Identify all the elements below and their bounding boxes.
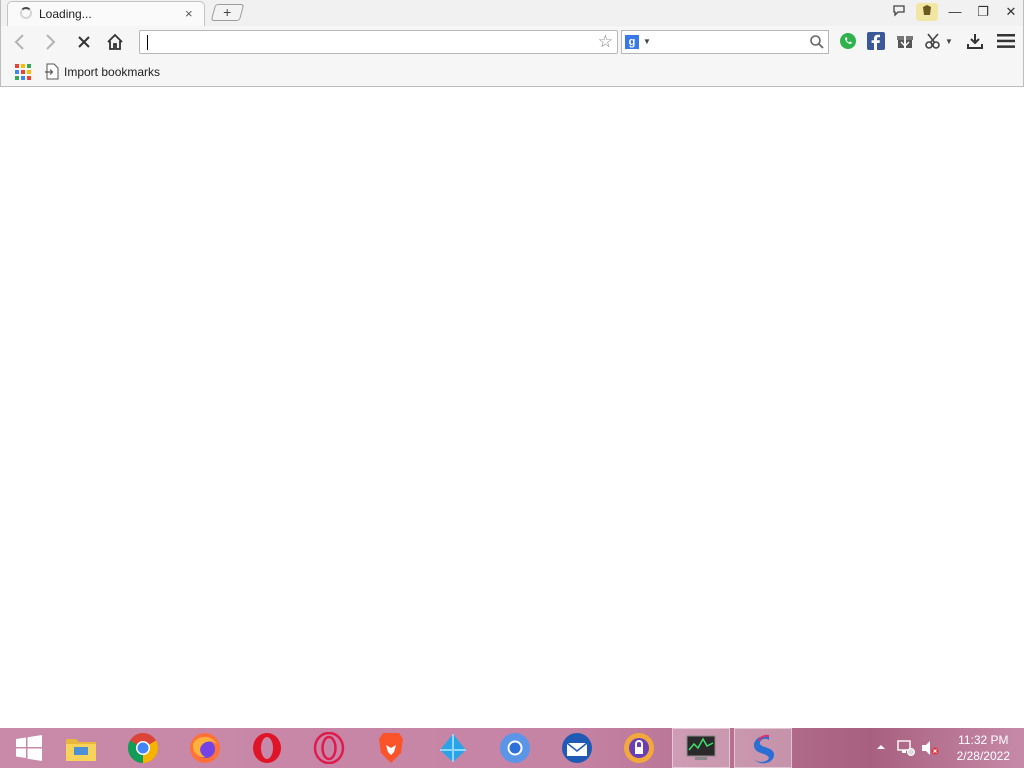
search-box[interactable]: g ▼ — [621, 30, 829, 54]
system-clock[interactable]: 11:32 PM 2/28/2022 — [957, 732, 1010, 764]
search-icon[interactable] — [809, 34, 825, 53]
page-content — [0, 87, 1024, 728]
network-icon[interactable] — [897, 740, 915, 759]
search-engine-dropdown-icon[interactable]: ▼ — [643, 37, 651, 46]
gift-icon[interactable] — [895, 31, 915, 51]
new-tab-plus: + — [223, 4, 232, 20]
chromium-icon[interactable] — [486, 728, 544, 768]
file-explorer-icon[interactable] — [52, 728, 110, 768]
home-button[interactable] — [102, 29, 128, 55]
import-bookmarks-icon — [45, 63, 59, 83]
whatsapp-icon[interactable] — [838, 31, 858, 51]
apps-icon[interactable] — [15, 64, 31, 80]
download-icon[interactable] — [965, 31, 985, 51]
volume-muted-icon[interactable] — [921, 740, 939, 759]
task-manager-icon[interactable] — [672, 728, 730, 768]
restore-button[interactable]: ❐ — [972, 3, 994, 21]
chrome-icon[interactable] — [114, 728, 172, 768]
kite-icon[interactable] — [424, 728, 482, 768]
browser-active-icon[interactable] — [734, 728, 792, 768]
bookmarks-bar: Import bookmarks — [1, 58, 1023, 86]
bookmark-star-icon[interactable]: ☆ — [598, 32, 613, 52]
firefox-icon[interactable] — [176, 728, 234, 768]
thunderbird-icon[interactable] — [548, 728, 606, 768]
start-icon[interactable] — [0, 728, 58, 768]
back-button[interactable] — [7, 29, 33, 55]
opera-gx-icon[interactable] — [300, 728, 358, 768]
show-hidden-icons-icon[interactable] — [876, 740, 886, 757]
taskbar: 11:32 PM 2/28/2022 — [0, 728, 1024, 768]
navigation-toolbar: ☆ g ▼ ▼ — [1, 26, 1023, 58]
scissors-icon[interactable] — [923, 31, 943, 51]
tab-strip: Loading... × + — ❐ ✕ — [1, 0, 1023, 26]
scissors-dropdown-icon[interactable]: ▼ — [943, 31, 955, 51]
tab-loading[interactable]: Loading... × — [7, 1, 205, 26]
opera-icon[interactable] — [238, 728, 296, 768]
close-window-button[interactable]: ✕ — [1000, 3, 1022, 21]
forward-button[interactable] — [37, 29, 63, 55]
address-bar[interactable]: ☆ — [139, 30, 618, 54]
tab-title: Loading... — [39, 7, 92, 21]
facebook-icon[interactable] — [866, 31, 886, 51]
stop-loading-button[interactable] — [71, 29, 97, 55]
vpn-lock-icon[interactable] — [610, 728, 668, 768]
browser-window: Loading... × + — ❐ ✕ ☆ g ▼ ▼ Import book… — [0, 0, 1024, 87]
import-bookmarks-link[interactable]: Import bookmarks — [64, 65, 160, 79]
new-tab-button[interactable]: + — [210, 4, 245, 21]
profile-avatar-icon[interactable] — [916, 3, 938, 21]
brave-icon[interactable] — [362, 728, 420, 768]
chat-icon[interactable] — [888, 3, 910, 21]
tab-close-icon[interactable]: × — [185, 6, 193, 21]
text-caret — [147, 35, 148, 50]
menu-icon[interactable] — [996, 31, 1016, 51]
clock-date: 2/28/2022 — [956, 749, 1010, 763]
clock-time: 11:32 PM — [958, 733, 1009, 747]
minimize-button[interactable]: — — [944, 3, 966, 21]
search-engine-icon[interactable]: g — [625, 35, 639, 49]
loading-spinner-icon — [20, 7, 32, 19]
